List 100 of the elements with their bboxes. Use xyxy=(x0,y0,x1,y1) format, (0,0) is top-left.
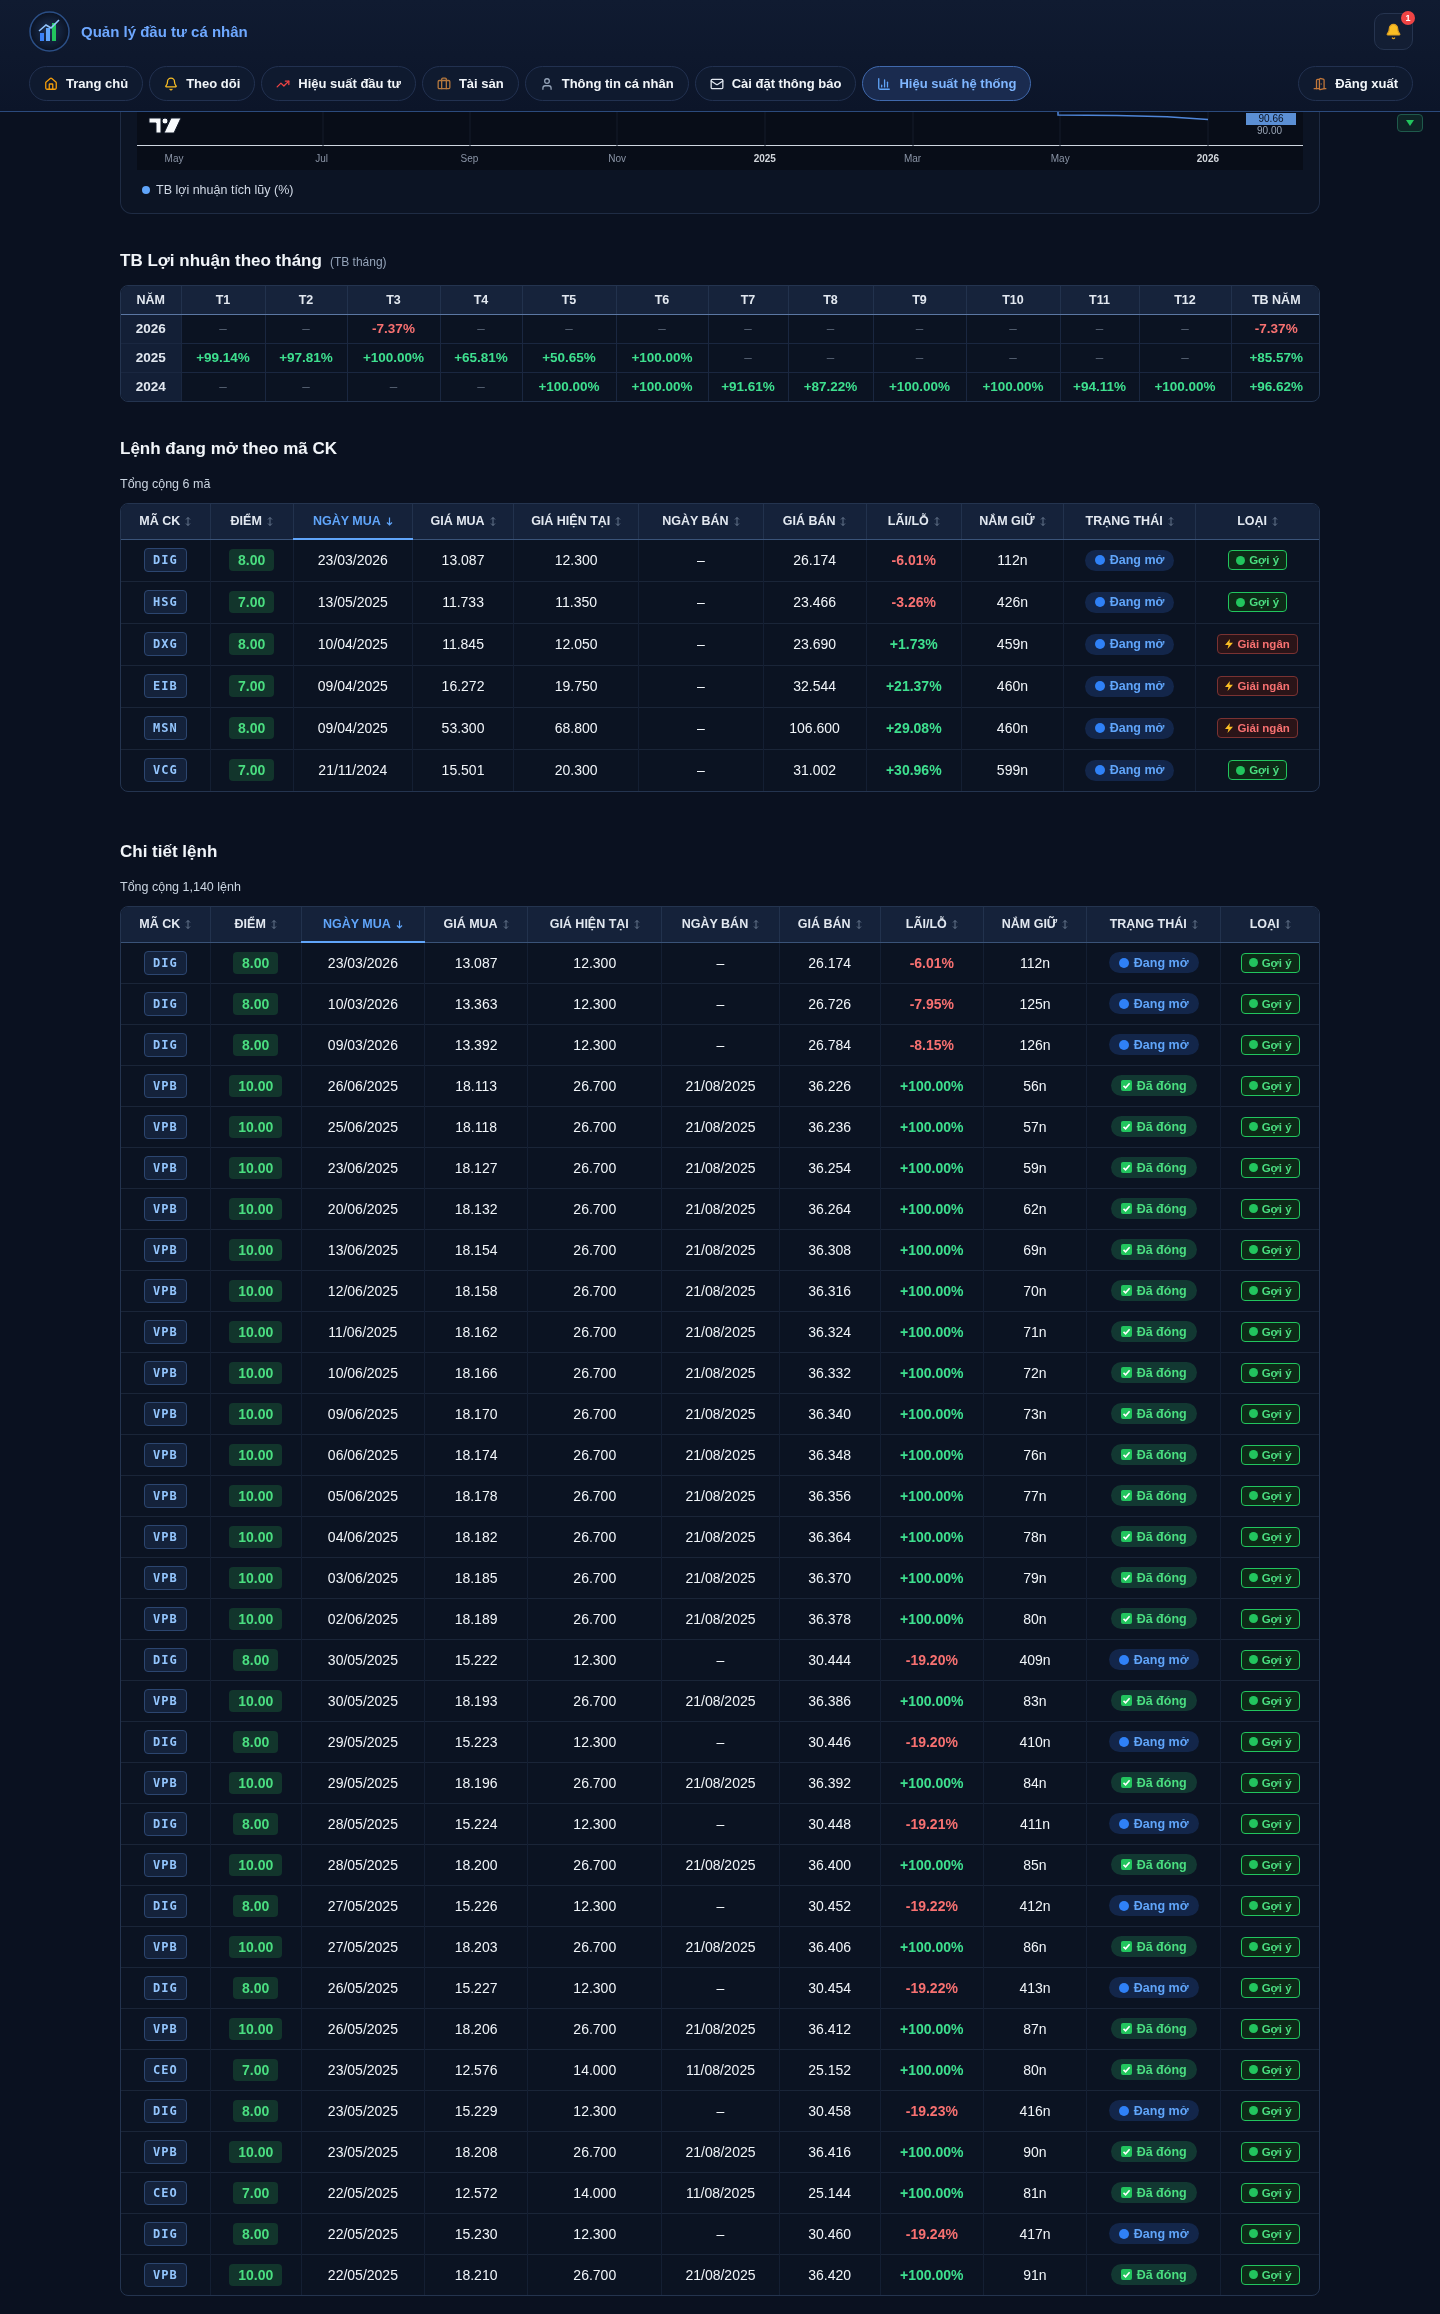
column-header[interactable]: TRẠNG THÁI xyxy=(1063,504,1196,539)
column-header: T4 xyxy=(440,286,522,314)
column-header: T11 xyxy=(1060,286,1139,314)
score-badge: 10.00 xyxy=(229,1115,283,1138)
lightning-icon xyxy=(1225,681,1234,691)
table-cell: – xyxy=(708,314,788,343)
total-count: Tổng cộng 1,140 lệnh xyxy=(120,879,241,895)
table-cell: – xyxy=(638,581,763,623)
table-cell: 11/06/2025 xyxy=(301,1311,425,1352)
column-header[interactable]: GIÁ BÁN xyxy=(779,907,881,942)
table-cell: +100.00% xyxy=(880,2131,984,2172)
nav-tab[interactable]: Tài sản xyxy=(421,66,519,101)
notification-button[interactable]: 1 xyxy=(1374,12,1413,50)
column-header: T12 xyxy=(1139,286,1231,314)
status-label: Đã đóng xyxy=(1136,1693,1187,1708)
table-cell: 73n xyxy=(983,1393,1087,1434)
table-cell: 70n xyxy=(983,1270,1087,1311)
column-header: NĂM xyxy=(121,286,181,314)
sort-icon xyxy=(1272,516,1279,526)
sort-icon xyxy=(489,516,496,526)
status-dot-icon xyxy=(1118,1900,1129,1911)
check-box-icon xyxy=(1120,1121,1132,1132)
table-cell: +91.61% xyxy=(708,372,788,401)
column-header[interactable]: GIÁ HIỆN TẠI xyxy=(527,907,662,942)
table-cell: – xyxy=(638,539,763,581)
table-cell: 36.392 xyxy=(779,1762,881,1803)
score-badge: 7.00 xyxy=(229,591,275,613)
score-badge: 10.00 xyxy=(229,2263,283,2286)
type-label: Gợi ý xyxy=(1261,1940,1292,1953)
score-badge: 8.00 xyxy=(233,992,279,1015)
table-cell: 26.700 xyxy=(527,1270,662,1311)
table-cell: 26.700 xyxy=(527,2254,662,2295)
ticker-tag: VPB xyxy=(143,1073,187,1098)
column-header[interactable]: NẮM GIỮ xyxy=(961,504,1064,539)
table-cell: 36.340 xyxy=(779,1393,881,1434)
ticker-tag: MSN xyxy=(143,716,187,740)
table-cell: 78n xyxy=(983,1516,1087,1557)
column-header[interactable]: ĐIỂM xyxy=(210,504,294,539)
column-header[interactable]: GIÁ MUA xyxy=(424,907,528,942)
column-header[interactable]: LÃI/LỖ xyxy=(866,504,962,539)
table-cell: 26/06/2025 xyxy=(301,1065,425,1106)
table-cell: 26.700 xyxy=(527,1434,662,1475)
table-cell: +100.00% xyxy=(347,343,440,372)
table-cell: +100.00% xyxy=(880,1926,984,1967)
table-cell: 12.050 xyxy=(513,623,639,665)
nav-tab[interactable]: Thông tin cá nhân xyxy=(524,66,689,101)
type-dot-icon xyxy=(1248,1491,1258,1500)
table-cell: 13.392 xyxy=(424,1024,528,1065)
status-dot-icon xyxy=(1118,2228,1129,2239)
column-header[interactable]: NGÀY BÁN xyxy=(661,907,780,942)
axis-label: Sep xyxy=(459,153,480,164)
type-label: Gợi ý xyxy=(1261,2227,1292,2240)
status-label: Đã đóng xyxy=(1136,2062,1187,2077)
check-box-icon xyxy=(1120,2146,1132,2157)
column-header[interactable]: NGÀY MUA xyxy=(293,504,413,539)
table-cell: 18.210 xyxy=(424,2254,528,2295)
column-header[interactable]: NẮM GIỮ xyxy=(983,907,1087,942)
status-label: Đang mở xyxy=(1133,1816,1189,1831)
nav-tab[interactable]: Theo dõi xyxy=(149,66,256,101)
column-header[interactable]: LÃI/LỖ xyxy=(880,907,984,942)
column-header[interactable]: LOẠI xyxy=(1220,907,1319,942)
table-cell: 09/04/2025 xyxy=(293,665,413,707)
column-header[interactable]: GIÁ MUA xyxy=(412,504,514,539)
logout-button[interactable]: Đăng xuất xyxy=(1298,66,1413,101)
check-box-icon xyxy=(1120,1490,1132,1501)
down-button[interactable] xyxy=(1397,114,1423,132)
column-header[interactable]: NGÀY BÁN xyxy=(638,504,763,539)
nav-tab[interactable]: Cài đặt thông báo xyxy=(694,66,857,101)
column-header[interactable]: MÃ CK xyxy=(121,907,211,942)
column-header[interactable]: GIÁ HIỆN TẠI xyxy=(513,504,639,539)
axis-label: 2026 xyxy=(1195,153,1220,164)
nav-tab[interactable]: Hiệu suất đầu tư xyxy=(261,66,416,101)
table-cell: 30/05/2025 xyxy=(301,1680,425,1721)
type-label: Gợi ý xyxy=(1261,1448,1292,1461)
table-cell: 36.236 xyxy=(779,1106,881,1147)
nav-tab[interactable]: Hiệu suất hệ thống xyxy=(862,66,1032,101)
table-cell: 15.223 xyxy=(424,1721,528,1762)
column-header[interactable]: ĐIỂM xyxy=(210,907,302,942)
table-cell: 18.185 xyxy=(424,1557,528,1598)
column-header[interactable]: GIÁ BÁN xyxy=(763,504,867,539)
nav-tab[interactable]: Trang chủ xyxy=(29,66,144,101)
sort-descending-icon xyxy=(385,516,393,526)
table-cell: 12.300 xyxy=(527,2213,662,2254)
score-badge: 8.00 xyxy=(233,2099,279,2122)
table-cell: 15.224 xyxy=(424,1803,528,1844)
table-cell: 21/11/2024 xyxy=(293,749,413,791)
column-header[interactable]: NGÀY MUA xyxy=(301,907,425,942)
table-cell: 80n xyxy=(983,2049,1087,2090)
table-cell: – xyxy=(638,707,763,749)
table-cell: 21/08/2025 xyxy=(661,2254,780,2295)
type-dot-icon xyxy=(1248,999,1258,1008)
table-cell: 26.700 xyxy=(527,1147,662,1188)
type-label: Gợi ý xyxy=(1261,2104,1292,2117)
score-badge: 10.00 xyxy=(229,1607,283,1630)
column-header[interactable]: MÃ CK xyxy=(121,504,211,539)
ticker-tag: EIB xyxy=(143,674,187,698)
column-header[interactable]: LOẠI xyxy=(1195,504,1319,539)
column-header[interactable]: TRẠNG THÁI xyxy=(1086,907,1221,942)
column-header: T2 xyxy=(265,286,347,314)
table-cell: 30.460 xyxy=(779,2213,881,2254)
